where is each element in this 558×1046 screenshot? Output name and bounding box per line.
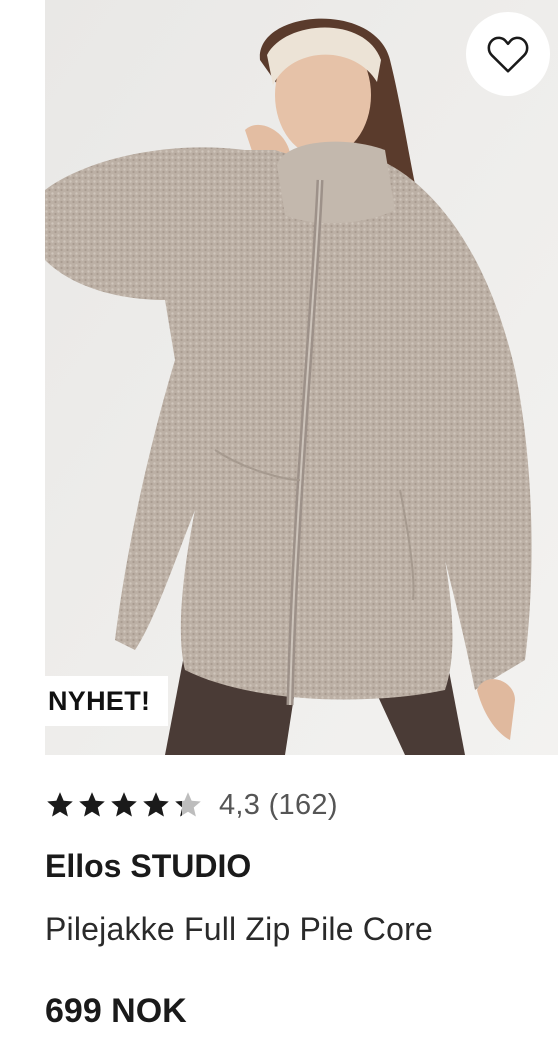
heart-outline-icon	[487, 36, 529, 73]
product-price: 699 NOK	[45, 992, 187, 1030]
star-full-icon	[47, 792, 73, 817]
rating-text: 4,3 (162)	[219, 788, 338, 821]
product-photo	[45, 0, 558, 755]
new-badge: NYHET!	[30, 676, 169, 726]
rating-stars	[45, 790, 205, 820]
product-card[interactable]: NYHET! 4,3 (162) Ellos STUDIO Pilejakke …	[0, 0, 558, 1046]
product-rating[interactable]: 4,3 (162)	[45, 785, 338, 825]
product-title[interactable]: Pilejakke Full Zip Pile Core	[45, 911, 433, 948]
product-brand[interactable]: Ellos STUDIO	[45, 848, 251, 885]
star-full-icon	[143, 792, 169, 817]
star-full-icon	[79, 792, 105, 817]
wishlist-button[interactable]	[466, 12, 550, 96]
star-full-icon	[111, 792, 137, 817]
product-image[interactable]	[45, 0, 558, 755]
star-half-icon	[175, 792, 201, 817]
